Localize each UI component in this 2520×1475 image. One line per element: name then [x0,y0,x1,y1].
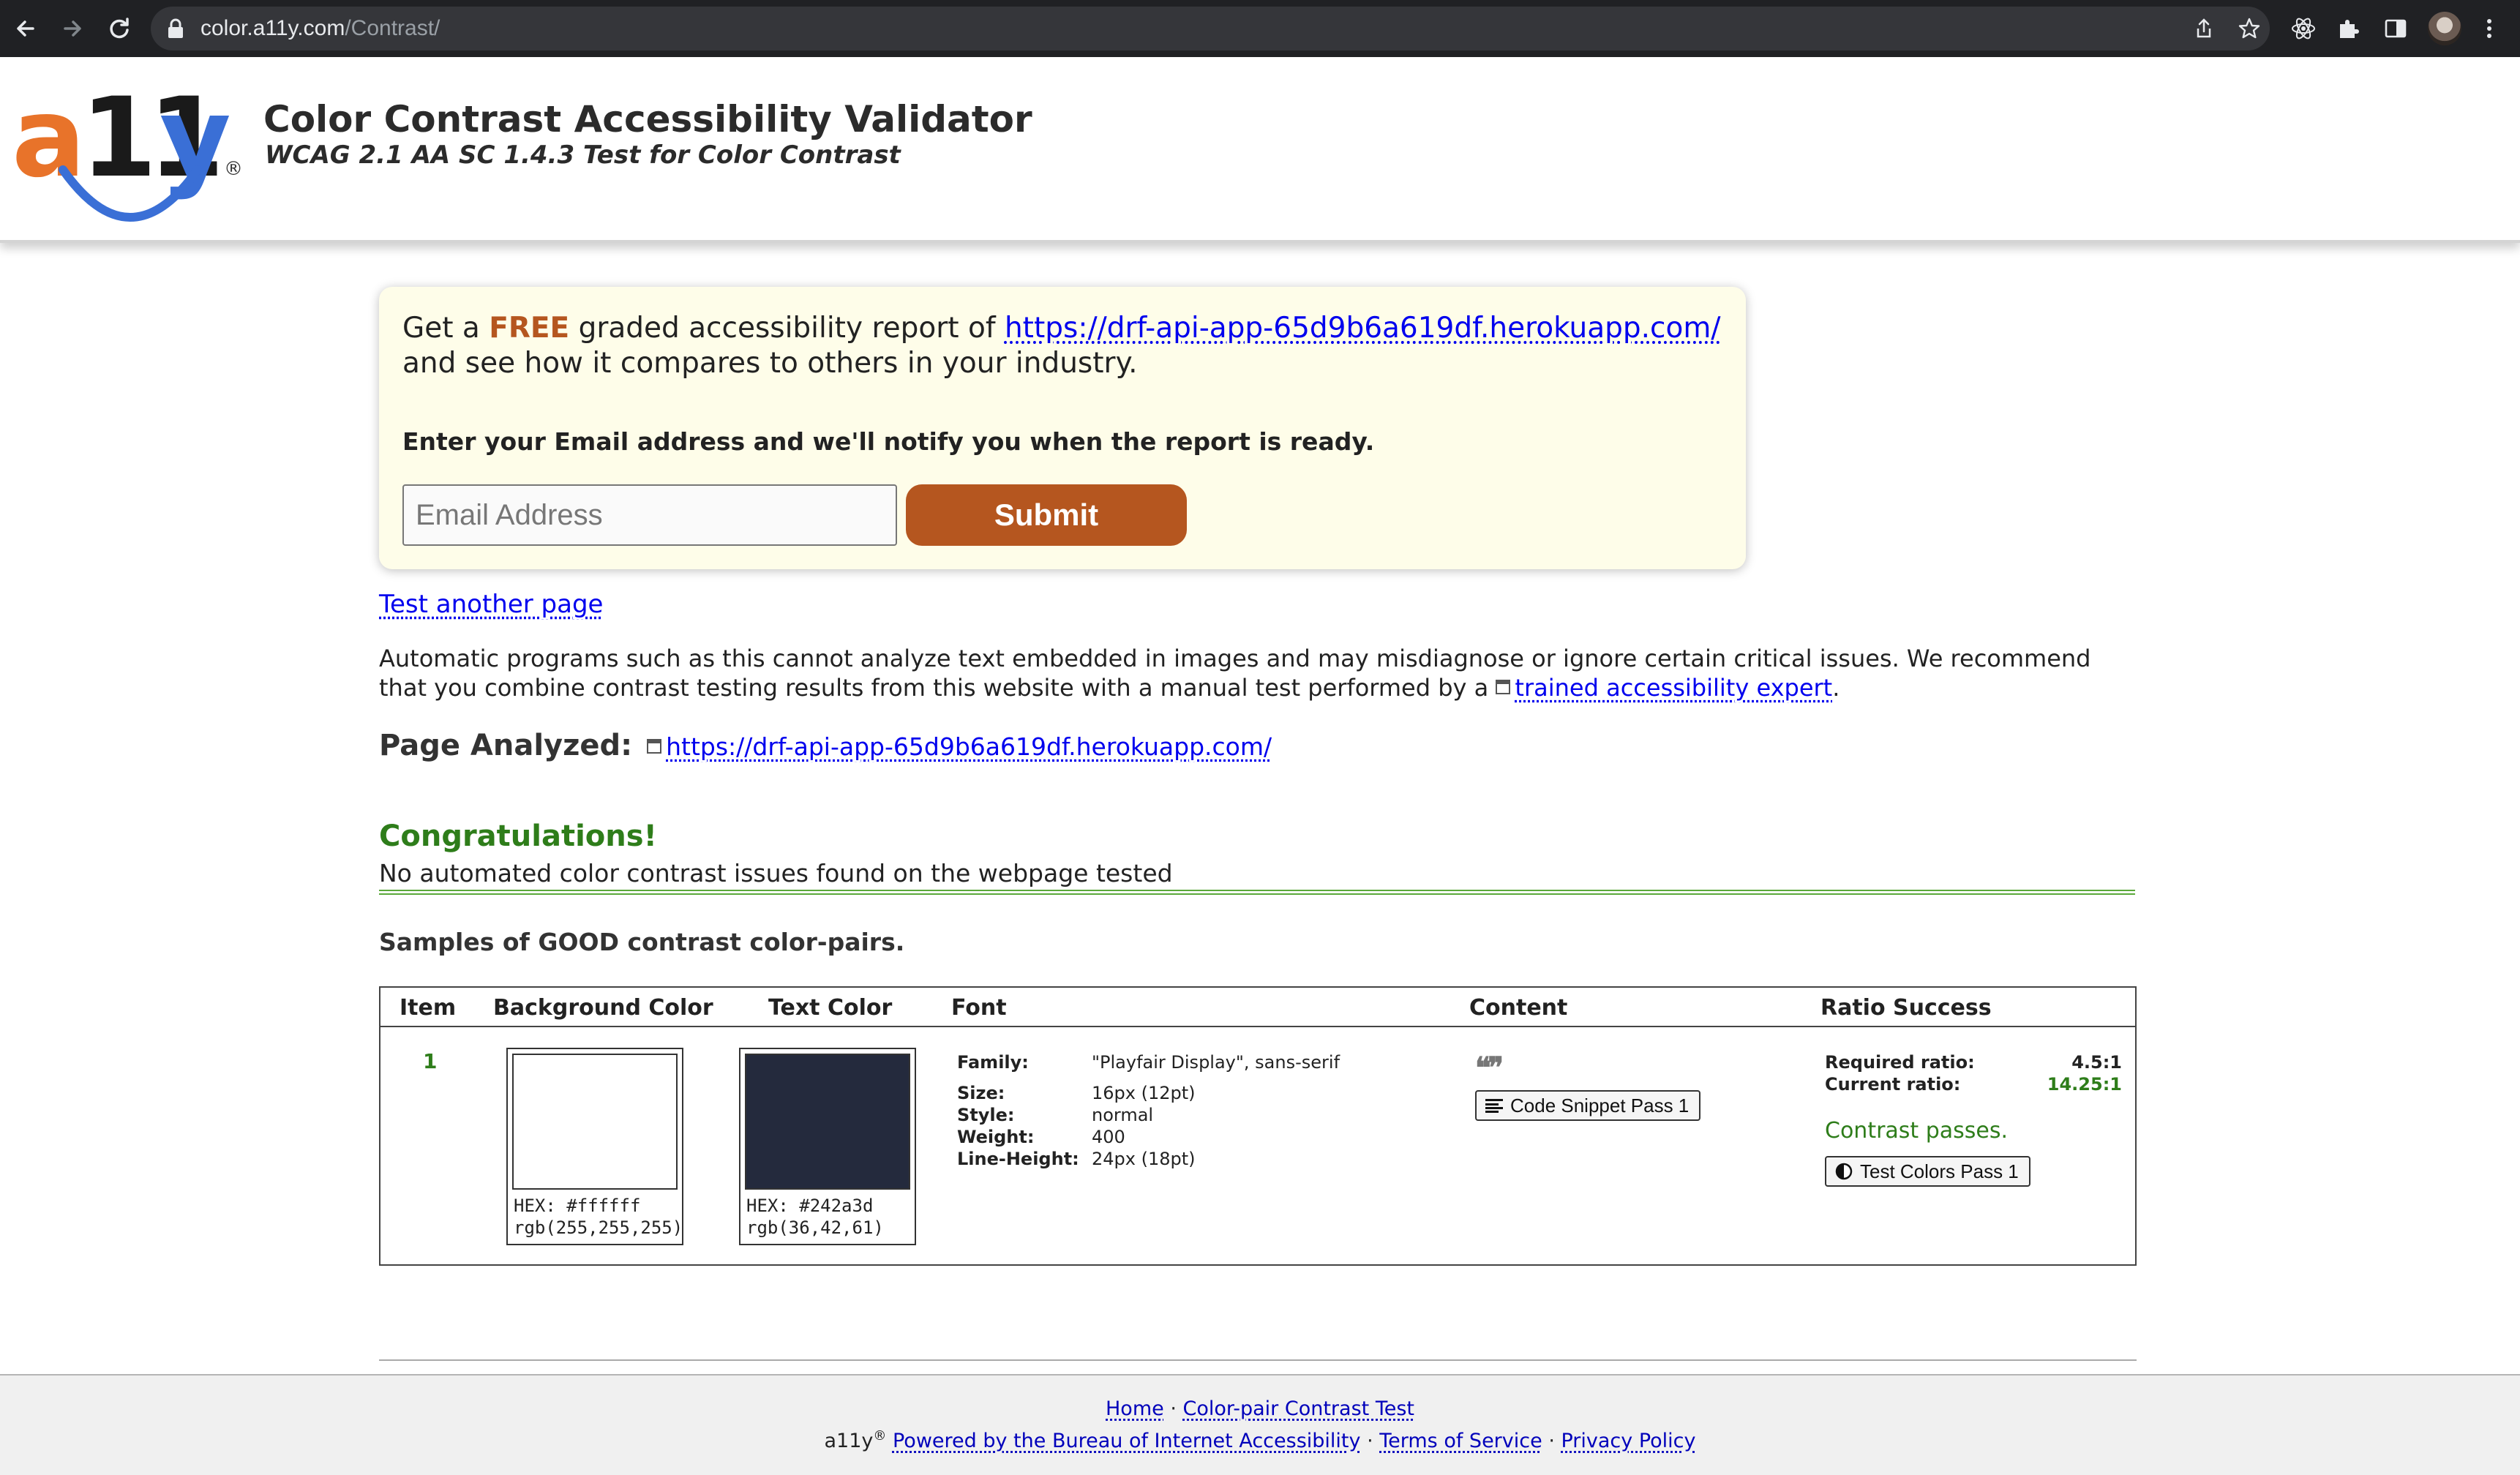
line-height-label: Line-Height: [957,1149,1079,1169]
extensions-puzzle-icon[interactable] [2336,15,2362,42]
quote-icon: ❝❞ [1475,1051,1504,1085]
privacy-link[interactable]: Privacy Policy [1561,1430,1695,1452]
samples-heading: Samples of GOOD contrast color-pairs. [379,928,905,956]
react-devtools-icon[interactable] [2290,15,2317,42]
profile-avatar[interactable] [2428,12,2461,45]
color-swatch [512,1054,678,1190]
side-panel-icon[interactable] [2382,15,2409,42]
page-subtitle: WCAG 2.1 AA SC 1.4.3 Test for Color Cont… [265,140,901,170]
no-issues-text: No automated color contrast issues found… [379,859,1173,887]
footer-divider [379,1359,2137,1361]
external-link-icon [647,739,662,754]
font-style-value: normal [1092,1105,1154,1125]
congratulations-heading: Congratulations! [379,819,657,853]
report-intro-line: Get a FREE graded accessibility report o… [402,312,1721,345]
submit-button[interactable]: Submit [906,484,1187,546]
kebab-menu-icon[interactable] [2476,15,2502,42]
analyzed-page-link[interactable]: https://drf-api-app-65d9b6a619df.herokua… [666,732,1272,761]
free-report-box: Get a FREE graded accessibility report o… [379,287,1746,569]
font-size-label: Size: [957,1083,1005,1103]
email-field[interactable] [402,484,897,546]
browser-toolbar: color.a11y.com/Contrast/ [0,0,2520,57]
logo-smile-arc [59,165,202,222]
column-header-ratio: Ratio Success [1820,995,1992,1021]
background-color-swatch: HEX: #ffffff rgb(255,255,255) [506,1048,683,1245]
swatch-rgb: rgb(255,255,255) [514,1217,683,1238]
column-header-font: Font [951,995,1007,1021]
swatch-rgb: rgb(36,42,61) [746,1217,884,1238]
bookmark-star-icon[interactable] [2238,17,2261,40]
powered-by-link[interactable]: Powered by the Bureau of Internet Access… [893,1430,1361,1452]
column-header-content: Content [1469,995,1568,1021]
footer-nav: Home · Color-pair Contrast Test [1106,1397,1414,1420]
footer: Home · Color-pair Contrast Test a11y® Po… [0,1374,2520,1475]
color-swatch [745,1054,910,1190]
column-header-text-color: Text Color [768,995,893,1021]
column-header-background: Background Color [493,995,713,1021]
font-family-value: "Playfair Display", sans-serif [1092,1052,1340,1073]
results-table: Item Background Color Text Color Font Co… [379,986,2137,1266]
trained-expert-link[interactable]: trained accessibility expert [1515,674,1832,702]
divider [379,890,2135,895]
line-height-value: 24px (18pt) [1092,1149,1196,1169]
table-header-rule [380,1026,2135,1027]
contrast-test-link[interactable]: Color-pair Contrast Test [1182,1397,1414,1420]
align-left-icon [1485,1099,1503,1113]
font-size-value: 16px (12pt) [1092,1083,1196,1103]
disclaimer-paragraph: Automatic programs such as this cannot a… [379,645,2091,702]
text-color-swatch: HEX: #242a3d rgb(36,42,61) [739,1048,916,1245]
report-compare-line: and see how it compares to others in you… [402,347,1138,380]
font-family-label: Family: [957,1052,1029,1073]
required-ratio-value: 4.5:1 [2071,1052,2122,1073]
required-ratio-label: Required ratio: [1825,1052,1975,1073]
font-style-label: Style: [957,1105,1015,1125]
external-link-icon [1496,680,1511,694]
reload-icon[interactable] [102,12,136,45]
font-weight-value: 400 [1092,1127,1125,1147]
page-title: Color Contrast Accessibility Validator [263,98,1032,140]
contrast-passes-text: Contrast passes. [1825,1118,2009,1144]
notify-text: Enter your Email address and we'll notif… [402,427,1375,456]
swatch-hex: HEX: #242a3d [746,1196,874,1216]
share-icon[interactable] [2192,17,2216,40]
home-link[interactable]: Home [1106,1397,1164,1420]
a11y-logo[interactable]: a 11 y ® [12,73,243,227]
forward-icon[interactable] [56,12,89,45]
site-header: a 11 y ® Color Contrast Accessibility Va… [0,57,2520,243]
current-ratio-value: 14.25:1 [2047,1074,2122,1095]
contrast-icon [1835,1163,1853,1180]
column-header-item: Item [400,995,457,1021]
lock-icon[interactable] [167,18,184,39]
code-snippet-button[interactable]: Code Snippet Pass 1 [1475,1090,1701,1121]
test-another-page-link[interactable]: Test another page [379,590,603,619]
row-item-number: 1 [423,1049,438,1073]
page-analyzed: Page Analyzed: https://drf-api-app-65d9b… [379,729,1272,762]
report-site-link[interactable]: https://drf-api-app-65d9b6a619df.herokua… [1005,312,1721,345]
test-colors-button[interactable]: Test Colors Pass 1 [1825,1156,2030,1187]
font-weight-label: Weight: [957,1127,1035,1147]
free-label: FREE [489,312,570,345]
back-icon[interactable] [9,12,42,45]
url-text[interactable]: color.a11y.com/Contrast/ [200,16,440,41]
address-bar[interactable]: color.a11y.com/Contrast/ [151,7,2270,50]
swatch-hex: HEX: #ffffff [514,1196,641,1216]
terms-link[interactable]: Terms of Service [1379,1430,1542,1452]
footer-legal: a11y® Powered by the Bureau of Internet … [824,1428,1696,1452]
current-ratio-label: Current ratio: [1825,1074,1961,1095]
